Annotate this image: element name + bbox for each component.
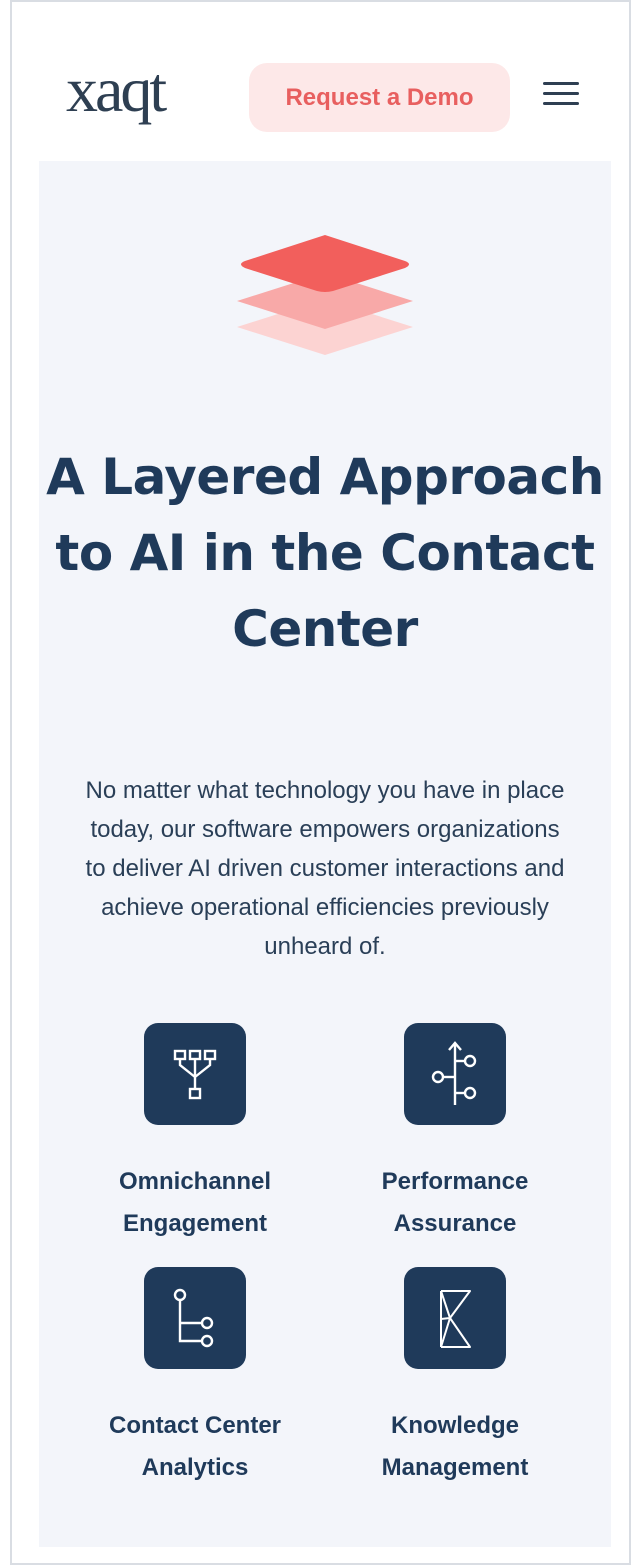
- analytics-flow-icon[interactable]: [144, 1267, 246, 1369]
- request-demo-button[interactable]: Request a Demo: [249, 63, 510, 132]
- feature-label: Omnichannel Engagement: [118, 1168, 272, 1237]
- menu-bar: [543, 92, 579, 95]
- feature-label: Performance Assurance: [381, 1168, 529, 1237]
- feature-omnichannel-engagement: Omnichannel Engagement: [80, 1023, 310, 1245]
- omnichannel-network-icon[interactable]: [144, 1023, 246, 1125]
- xaqt-logo[interactable]: xaqt: [66, 58, 167, 122]
- feature-knowledge-management: Knowledge Management: [340, 1267, 570, 1489]
- feature-label: Knowledge Management: [381, 1412, 529, 1481]
- hero-description: No matter what technology you have in pl…: [85, 777, 565, 960]
- site-header: xaqt Request a Demo: [0, 0, 643, 160]
- hero-panel: A Layered Approach to AI in the Contact …: [39, 161, 611, 1547]
- knowledge-k-icon[interactable]: [404, 1267, 506, 1369]
- feature-contact-center-analytics: Contact Center Analytics: [80, 1267, 310, 1489]
- layers-icon: [237, 235, 413, 355]
- hamburger-menu-icon[interactable]: [541, 82, 581, 112]
- menu-bar: [543, 102, 579, 105]
- feature-label: Contact Center Analytics: [108, 1412, 282, 1481]
- page-title: A Layered Approach to AI in the Contact …: [46, 448, 604, 658]
- performance-branch-icon[interactable]: [404, 1023, 506, 1125]
- menu-bar: [543, 82, 579, 85]
- feature-performance-assurance: Performance Assurance: [340, 1023, 570, 1245]
